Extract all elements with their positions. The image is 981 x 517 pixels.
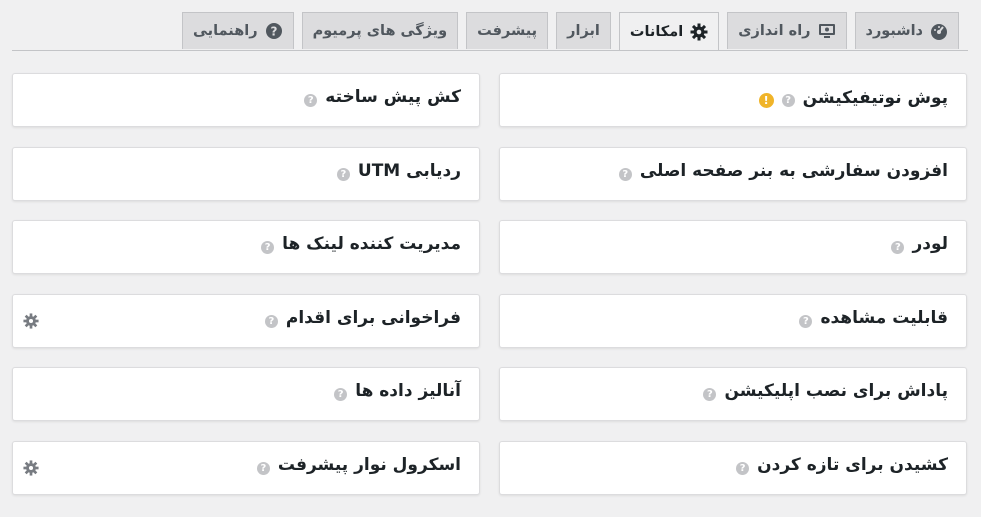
- settings-gear-icon[interactable]: [23, 460, 39, 476]
- dashboard-icon: [930, 22, 948, 40]
- feature-title: افزودن سفارشی به بنر صفحه اصلی: [639, 161, 948, 181]
- tab-premium[interactable]: ویژگی های پرمیوم: [301, 12, 459, 49]
- feature-title: پوش نوتیفیکیشن: [802, 87, 948, 108]
- tab-features-label: امکانات: [629, 24, 684, 40]
- tab-help[interactable]: ? راهنمایی: [182, 12, 294, 49]
- help-icon[interactable]: ?: [304, 93, 318, 107]
- tab-tools-label: ابزار: [567, 23, 600, 39]
- help-icon[interactable]: ?: [264, 314, 278, 328]
- feature-card-link-manager[interactable]: مدیریت کننده لینک ها ?: [12, 220, 480, 274]
- feature-card-call-to-action[interactable]: فراخوانی برای اقدام ?: [12, 294, 480, 348]
- feature-title: فراخوانی برای اقدام: [285, 308, 461, 328]
- tab-dashboard-label: داشبورد: [865, 23, 923, 39]
- tab-help-label: راهنمایی: [193, 23, 258, 39]
- help-icon[interactable]: ?: [261, 240, 275, 254]
- warning-icon: !: [758, 93, 774, 108]
- feature-card-data-analysis[interactable]: آنالیز داده ها ?: [12, 367, 480, 421]
- settings-gear-icon[interactable]: [23, 313, 39, 329]
- svg-text:?: ?: [270, 25, 277, 39]
- help-icon[interactable]: ?: [334, 387, 348, 401]
- feature-title: ردیابی UTM: [357, 161, 461, 181]
- help-icon[interactable]: ?: [891, 240, 905, 254]
- feature-title: کشیدن برای تازه کردن: [757, 455, 948, 475]
- tab-divider: [12, 50, 968, 51]
- help-icon[interactable]: ?: [799, 314, 813, 328]
- setup-icon: [818, 22, 836, 40]
- help-icon[interactable]: ?: [703, 387, 717, 401]
- tab-dashboard[interactable]: داشبورد: [854, 12, 959, 49]
- gear-icon: [690, 23, 708, 41]
- feature-title: لودر: [912, 234, 948, 254]
- feature-card-pull-to-refresh[interactable]: کشیدن برای تازه کردن ?: [499, 441, 967, 495]
- tab-advanced-label: پیشرفت: [477, 23, 538, 39]
- feature-title: پاداش برای نصب اپلیکیشن: [724, 381, 948, 401]
- feature-card-progress-scroll[interactable]: اسکرول نوار پیشرفت ?: [12, 441, 480, 495]
- feature-card-utm-tracking[interactable]: ردیابی UTM ?: [12, 147, 480, 201]
- tab-advanced[interactable]: پیشرفت: [466, 12, 549, 49]
- feature-card-visibility[interactable]: قابلیت مشاهده ?: [499, 294, 967, 348]
- feature-title: مدیریت کننده لینک ها: [282, 234, 461, 254]
- tab-features[interactable]: امکانات: [618, 12, 720, 51]
- help-icon[interactable]: ?: [736, 461, 750, 475]
- help-icon[interactable]: ?: [781, 94, 795, 107]
- feature-title: آنالیز داده ها: [355, 381, 461, 401]
- feature-card-prebuilt-cache[interactable]: کش پیش ساخته ?: [12, 73, 480, 127]
- tab-premium-label: ویژگی های پرمیوم: [312, 23, 448, 39]
- feature-card-custom-banner[interactable]: افزودن سفارشی به بنر صفحه اصلی ?: [499, 147, 967, 201]
- help-icon[interactable]: ?: [256, 461, 270, 475]
- feature-card-loader[interactable]: لودر ?: [499, 220, 967, 274]
- help-icon[interactable]: ?: [336, 167, 350, 181]
- tab-bar: داشبورد راه اندازی امکانات ابزار پیشرفت …: [174, 12, 959, 51]
- question-circle-icon: ?: [265, 22, 283, 40]
- feature-title: کش پیش ساخته: [325, 87, 461, 107]
- feature-card-push-notification[interactable]: پوش نوتیفیکیشن ? !: [499, 73, 967, 127]
- tab-tools[interactable]: ابزار: [556, 12, 611, 49]
- feature-card-install-reward[interactable]: پاداش برای نصب اپلیکیشن ?: [499, 367, 967, 421]
- tab-setup-label: راه اندازی: [738, 23, 811, 39]
- feature-title: اسکرول نوار پیشرفت: [277, 455, 461, 475]
- tab-setup[interactable]: راه اندازی: [727, 12, 847, 49]
- feature-title: قابلیت مشاهده: [820, 308, 948, 328]
- help-icon[interactable]: ?: [618, 167, 632, 181]
